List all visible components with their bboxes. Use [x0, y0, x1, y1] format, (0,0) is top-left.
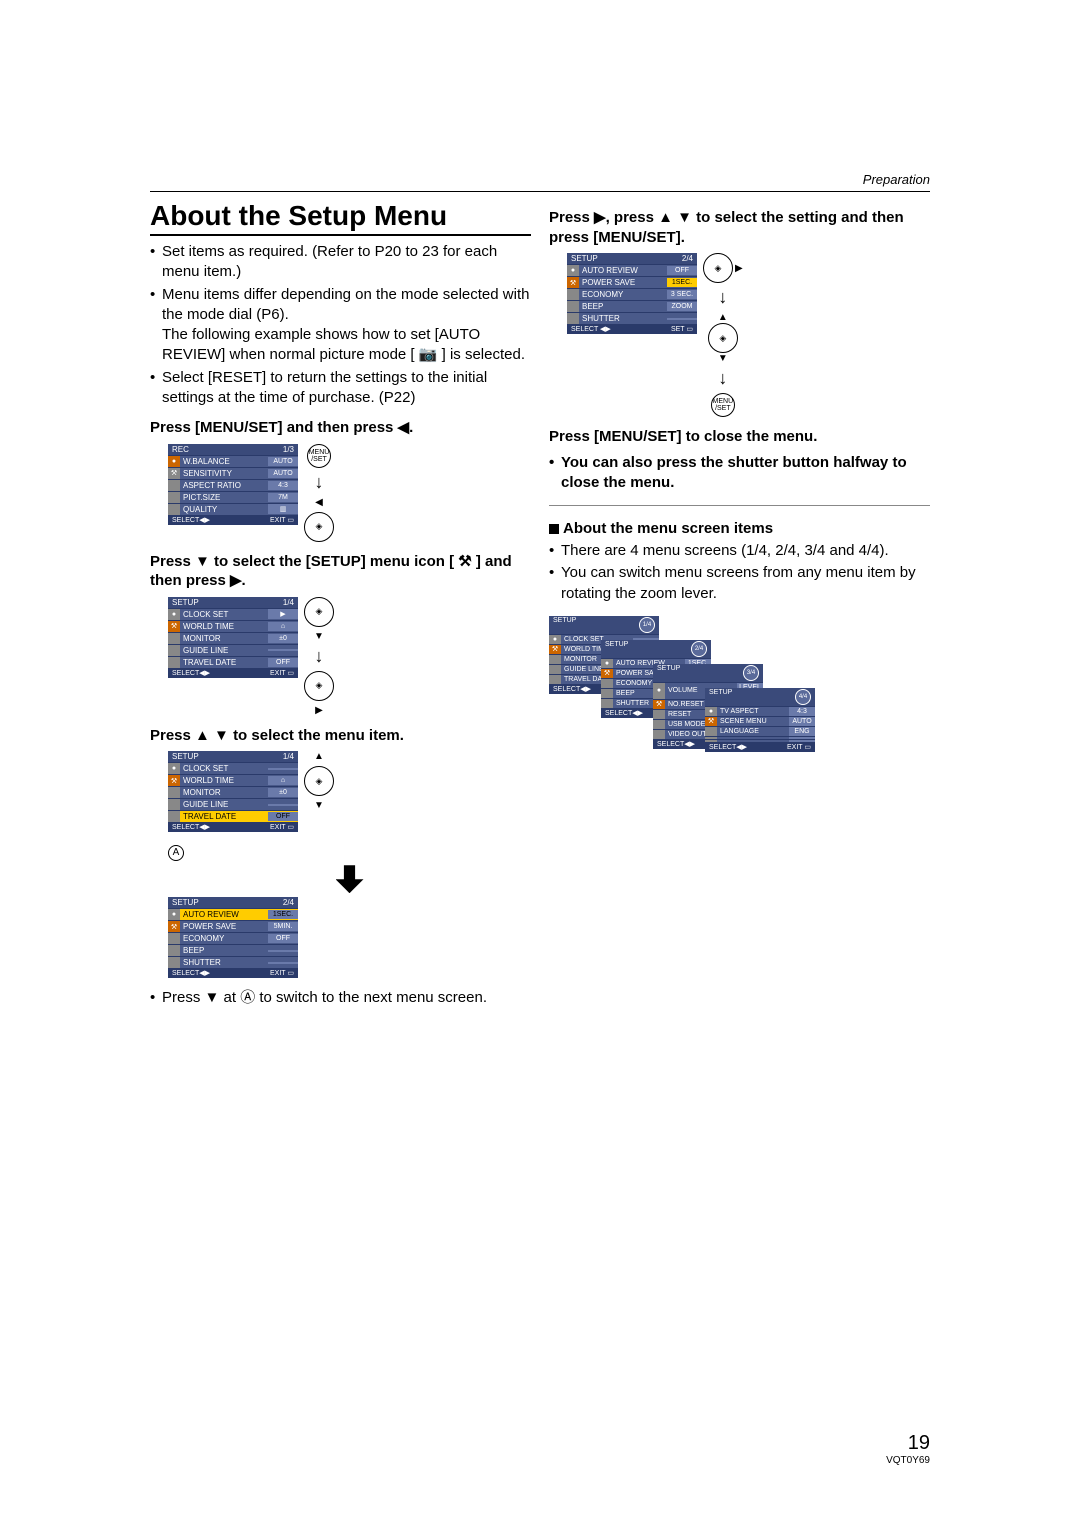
- about-bullets: There are 4 menu screens (1/4, 2/4, 3/4 …: [549, 541, 930, 604]
- setup-menu-2: SETUP2/4 ●AUTO REVIEW1SEC. ⚒POWER SAVE5M…: [168, 897, 298, 978]
- about-heading: About the menu screen items: [549, 520, 930, 537]
- nav-indicator: ◈▶ ↓ ▲◈▼ ↓ MENU /SET: [703, 253, 743, 417]
- rec-menu: REC1/3 ●W.BALANCEAUTO ⚒SENSITIVITYAUTO A…: [168, 444, 298, 525]
- marker-a: A: [168, 845, 184, 861]
- nav-indicator: ◈ ▼ ↓ ◈ ▶: [304, 597, 334, 716]
- section-header: Preparation: [150, 172, 930, 187]
- step-2: Press ▼ to select the [SETUP] menu icon …: [150, 552, 531, 591]
- setup-menu-1: SETUP1/4 ●CLOCK SET▶ ⚒WORLD TIME⌂ MONITO…: [168, 597, 298, 678]
- setup-menu-2-right: SETUP2/4 ●AUTO REVIEWOFF ⚒POWER SAVE1SEC…: [567, 253, 697, 334]
- divider: [549, 505, 930, 506]
- page-number: 19: [886, 1432, 930, 1455]
- dpad-icon: ◈: [304, 512, 334, 542]
- step1-figure: REC1/3 ●W.BALANCEAUTO ⚒SENSITIVITYAUTO A…: [168, 444, 531, 542]
- dpad-icon: ◈: [708, 323, 738, 353]
- dpad-icon: ◈: [304, 597, 334, 627]
- step-1: Press [MENU/SET] and then press ◀.: [150, 418, 531, 438]
- nav-indicator: MENU /SET ↓ ◀ ◈: [304, 444, 334, 542]
- cascade-figure: SETUP1/4 ●CLOCK SET ⚒WORLD TIME MONITOR …: [549, 616, 829, 786]
- step-5: Press [MENU/SET] to close the menu.: [549, 427, 930, 447]
- nav-indicator: ▲ ◈ ▼: [304, 751, 334, 811]
- dpad-icon: ◈: [703, 253, 733, 283]
- step-3: Press ▲ ▼ to select the menu item.: [150, 726, 531, 746]
- page-title: About the Setup Menu: [150, 200, 531, 236]
- step3-figure-top: SETUP1/4 ●CLOCK SET ⚒WORLD TIME⌂ MONITOR…: [168, 751, 531, 832]
- doc-code: VQT0Y69: [886, 1455, 930, 1466]
- menuset-button-icon: MENU /SET: [307, 444, 331, 468]
- intro-bullets: Set items as required. (Refer to P20 to …: [150, 242, 531, 408]
- big-arrow-down-icon: [336, 865, 364, 893]
- page: Preparation About the Setup Menu Set ite…: [0, 0, 1080, 1526]
- intro-bullet: Menu items differ depending on the mode …: [150, 285, 531, 366]
- arrow-down-icon: ↓: [315, 472, 324, 493]
- arrow-down-icon: ↓: [315, 646, 324, 667]
- step3-figure-bottom: SETUP2/4 ●AUTO REVIEW1SEC. ⚒POWER SAVE5M…: [168, 897, 531, 978]
- right-column: Press ▶, press ▲ ▼ to select the setting…: [549, 200, 930, 1018]
- intro-bullet: Set items as required. (Refer to P20 to …: [150, 242, 531, 283]
- arrow-down-icon: ↓: [718, 368, 727, 389]
- left-column: About the Setup Menu Set items as requir…: [150, 200, 531, 1018]
- step-4: Press ▶, press ▲ ▼ to select the setting…: [549, 208, 930, 247]
- setup-menu-1-hl: SETUP1/4 ●CLOCK SET ⚒WORLD TIME⌂ MONITOR…: [168, 751, 298, 832]
- step5-bullets: You can also press the shutter button ha…: [549, 453, 930, 494]
- step4-figure: SETUP2/4 ●AUTO REVIEWOFF ⚒POWER SAVE1SEC…: [567, 253, 930, 417]
- cascade-menu-4: SETUP4/4 ●TV ASPECT4:3 ⚒SCENE MENUAUTO L…: [705, 688, 815, 752]
- menuset-button-icon: MENU /SET: [711, 393, 735, 417]
- header-rule: [150, 191, 930, 192]
- step2-figure: SETUP1/4 ●CLOCK SET▶ ⚒WORLD TIME⌂ MONITO…: [168, 597, 531, 716]
- dpad-icon: ◈: [304, 671, 334, 701]
- step3-note: Press ▼ at Ⓐ to switch to the next menu …: [150, 988, 531, 1008]
- two-column-layout: About the Setup Menu Set items as requir…: [150, 200, 930, 1018]
- intro-bullet: Select [RESET] to return the settings to…: [150, 368, 531, 409]
- arrow-down-icon: ↓: [718, 287, 727, 308]
- square-bullet-icon: [549, 524, 559, 534]
- page-footer: 19 VQT0Y69: [886, 1432, 930, 1466]
- dpad-icon: ◈: [304, 766, 334, 796]
